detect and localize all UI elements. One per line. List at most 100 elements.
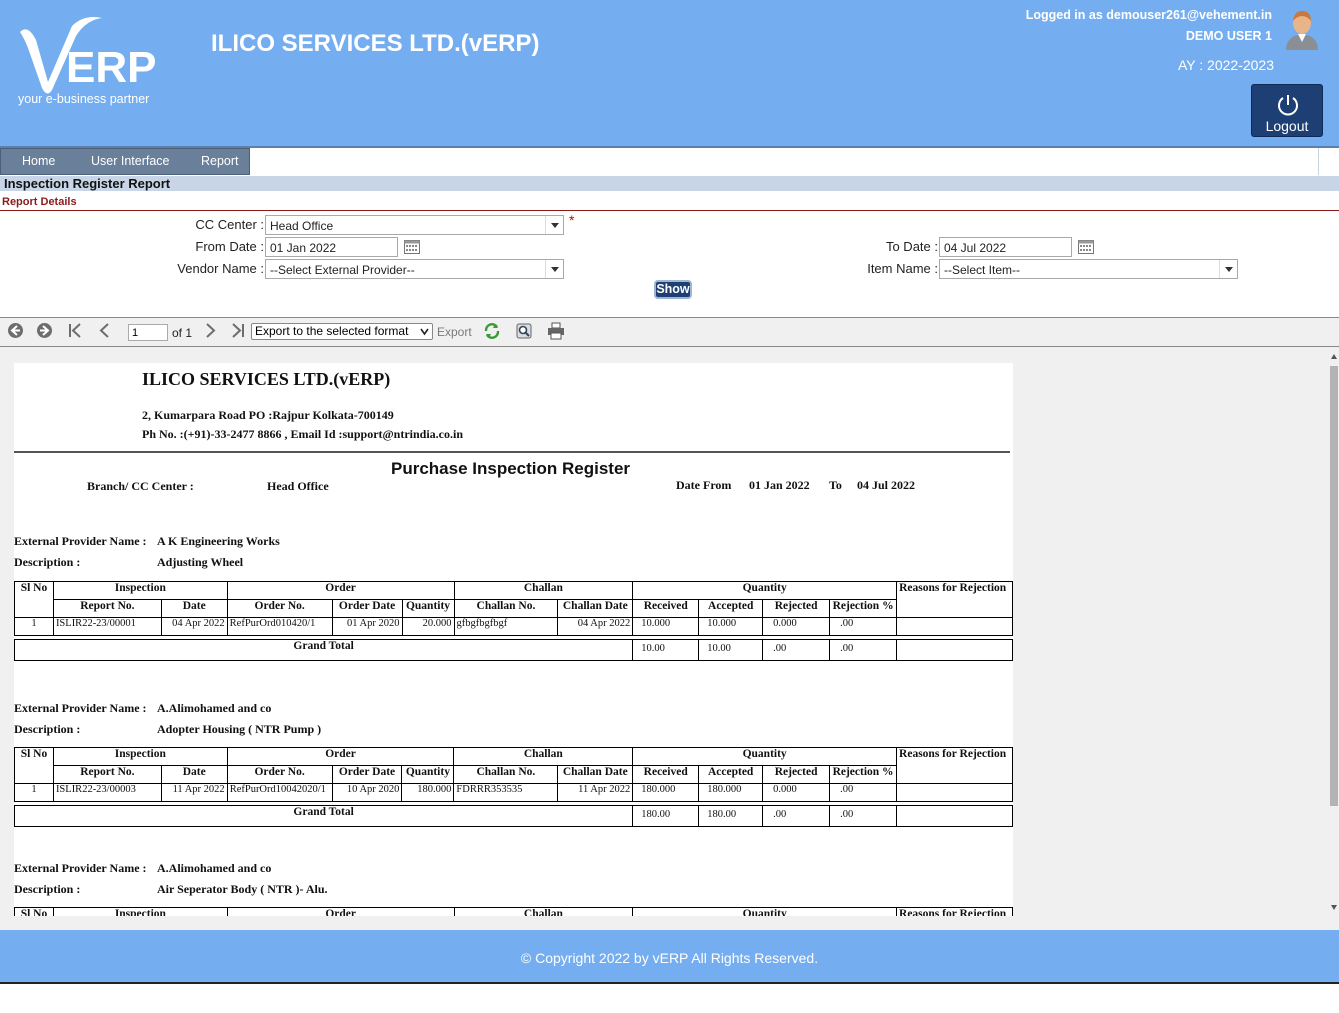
col-order-qty: Quantity [401,599,455,618]
cc-center-select[interactable]: Head Office [265,215,564,235]
col-order: Order [226,907,455,916]
back-icon[interactable] [7,322,24,339]
vendor-select[interactable]: --Select External Provider-- [265,259,564,279]
page-number-input[interactable] [128,324,168,341]
from-date-calendar-icon[interactable] [404,240,420,254]
page-title-bar [0,176,1339,191]
logout-label: Logout [1265,118,1309,134]
col-challan-no: Challan No. [453,765,559,784]
next-page-icon[interactable] [201,322,218,339]
logout-button[interactable]: Logout [1251,84,1323,137]
first-page-icon[interactable] [67,322,84,339]
cell-date: 11 Apr 2022 [160,783,228,802]
menu-divider [1318,148,1319,175]
col-accepted: Accepted [698,765,764,784]
provider-label: External Provider Name : [14,701,147,715]
cell-report-no: ISLIR22-23/00003 [52,783,162,802]
col-report-no: Report No. [52,765,162,784]
to-date-value: 04 Jul 2022 [944,241,1007,255]
cell-rejected: 0.000 [762,783,831,802]
grand-total-label: Grand Total [14,805,634,827]
cell-sl: 1 [14,617,54,636]
description-value: Adjusting Wheel [157,555,244,569]
col-order: Order [226,747,455,766]
to-date-input[interactable]: 04 Jul 2022 [939,237,1072,257]
date-to-value: 04 Jul 2022 [857,478,916,492]
forward-icon[interactable] [36,322,53,339]
export-link[interactable]: Export [437,325,472,339]
show-button[interactable]: Show [654,280,692,299]
date-from-value: 01 Jan 2022 [749,478,810,492]
provider-name: A.Alimohamed and co [157,701,272,715]
cell-sl: 1 [14,783,54,802]
cell-report-no: ISLIR22-23/00001 [52,617,162,636]
chevron-down-icon [545,260,563,278]
description-value: Adopter Housing ( NTR Pump ) [157,722,322,736]
total-accepted: 10.00 [698,639,764,661]
description-label: Description : [14,882,81,896]
user-name: DEMO USER 1 [1185,29,1272,43]
cell-reason [896,617,1013,636]
vendor-value: --Select External Provider-- [270,263,415,277]
col-inspection: Inspection [52,581,228,600]
cell-order-no: RefPurOrd010420/1 [226,617,333,636]
find-icon[interactable] [515,322,533,340]
cell-rejected: 0.000 [762,617,831,636]
copyright-text: © Copyright 2022 by vERP All Rights Rese… [520,950,819,966]
col-order-date: Order Date [331,765,403,784]
col-sl-no: Sl No [14,907,54,916]
menu-item-user-interface[interactable]: User Interface [91,154,170,168]
report-title: Purchase Inspection Register [391,459,631,478]
description-value: Air Seperator Body ( NTR )- Alu. [157,882,328,896]
provider-name: A.Alimohamed and co [157,861,272,875]
col-order: Order [226,581,455,600]
refresh-icon[interactable] [483,322,501,340]
vertical-scrollbar[interactable] [1329,347,1339,917]
export-format-select[interactable]: Export to the selected format [251,323,433,340]
from-date-input[interactable]: 01 Jan 2022 [265,237,398,257]
menu-item-report[interactable]: Report [201,154,239,168]
last-page-icon[interactable] [229,322,246,339]
page-count: of 1 [172,326,193,340]
col-sl-no: Sl No [14,581,54,618]
item-select[interactable]: --Select Item-- [939,259,1238,279]
cc-center-value: Head Office [270,219,334,233]
report-header-divider [14,451,1010,453]
branch-value: Head Office [267,479,329,493]
inspection-table: Sl No Inspection Order Challan Quantity … [14,907,1013,916]
col-order-qty: Quantity [401,765,455,784]
cell-order-date: 10 Apr 2020 [331,783,403,802]
description-label: Description : [14,722,81,736]
provider-label: External Provider Name : [14,534,147,548]
col-challan-date: Challan Date [557,599,634,618]
page-title: Inspection Register Report [4,176,171,191]
chevron-down-icon [545,216,563,234]
menu-item-home[interactable]: Home [22,154,55,168]
item-label: Item Name : [867,261,938,276]
total-rejection-pct: .00 [829,639,898,661]
table-row: 1 ISLIR22-23/00003 11 Apr 2022 RefPurOrd… [14,783,1013,802]
print-icon[interactable] [547,322,565,340]
description-label: Description : [14,555,81,569]
svg-text:ERP: ERP [66,43,156,92]
col-date: Date [160,765,228,784]
col-challan: Challan [453,581,634,600]
col-challan: Challan [453,747,634,766]
cell-challan-date: 04 Apr 2022 [557,617,634,636]
report-address: 2, Kumarpara Road PO :Rajpur Kolkata-700… [142,408,394,422]
to-date-label: To Date : [885,239,938,254]
col-rejected: Rejected [762,599,831,618]
power-icon [1278,95,1298,116]
from-date-label: From Date : [195,239,264,254]
col-accepted: Accepted [698,599,764,618]
cell-challan-no: FDRRR353535 [453,783,559,802]
app-footer: © Copyright 2022 by vERP All Rights Rese… [0,930,1339,982]
main-menu: Home User Interface Report [0,148,250,175]
col-inspection: Inspection [52,747,228,766]
cell-date: 04 Apr 2022 [160,617,228,636]
provider-name: A K Engineering Works [157,534,280,548]
grand-total-row: Grand Total 180.00 180.00 .00 .00 [14,805,1013,827]
item-value: --Select Item-- [944,263,1021,277]
to-date-calendar-icon[interactable] [1078,240,1094,254]
previous-page-icon[interactable] [97,322,114,339]
